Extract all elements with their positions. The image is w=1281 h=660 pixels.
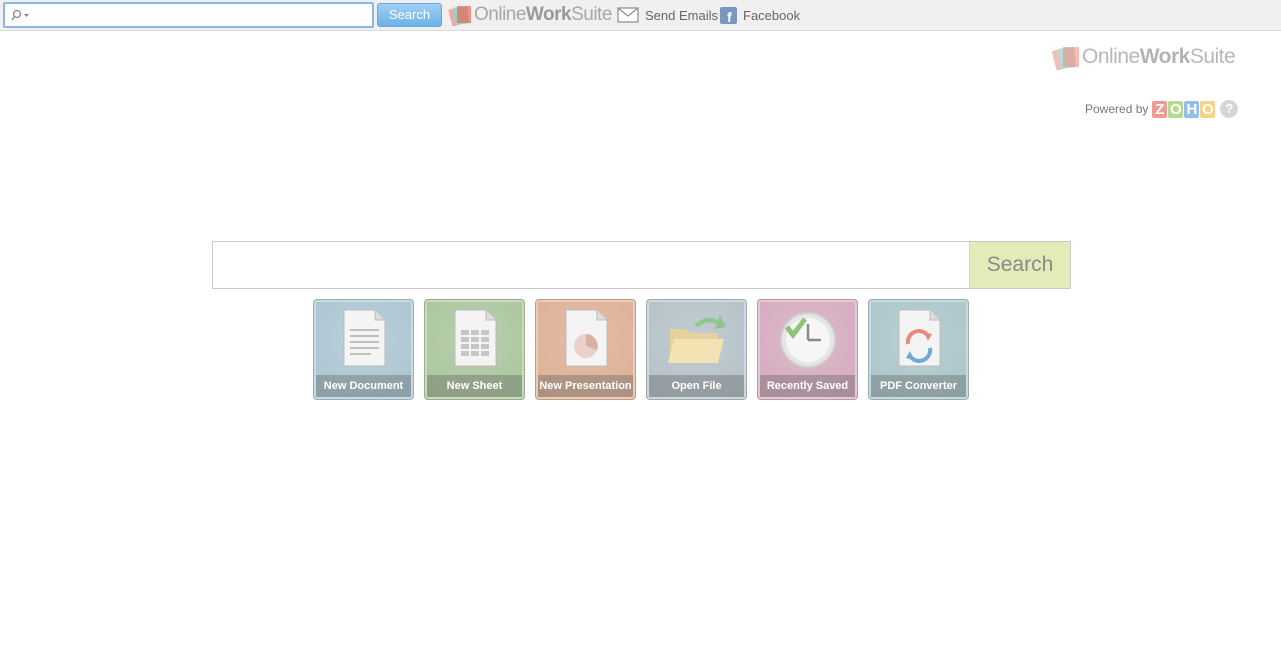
pdf-convert-icon bbox=[898, 309, 940, 367]
new-sheet-tile[interactable]: New Sheet bbox=[424, 299, 525, 400]
send-emails-label: Send Emails bbox=[645, 7, 718, 23]
zoho-letter: O bbox=[1168, 100, 1184, 118]
presentation-icon bbox=[565, 309, 607, 367]
send-emails-link[interactable]: Send Emails bbox=[617, 4, 718, 26]
zoho-letter: H bbox=[1184, 100, 1200, 118]
main-search-bar: Search bbox=[212, 241, 1071, 289]
svg-text:f: f bbox=[727, 9, 732, 24]
open-file-tile[interactable]: Open File bbox=[646, 299, 747, 400]
document-icon bbox=[343, 309, 385, 367]
recently-saved-tile[interactable]: Recently Saved bbox=[757, 299, 858, 400]
folder-icon bbox=[667, 315, 726, 363]
search-icon[interactable] bbox=[10, 9, 30, 21]
powered-by-label: Powered by bbox=[1085, 102, 1149, 116]
logo-icon bbox=[1052, 47, 1079, 70]
powered-by: Powered by Z O H O ? bbox=[1085, 100, 1239, 118]
help-icon[interactable]: ? bbox=[1220, 100, 1239, 118]
clock-icon bbox=[779, 312, 836, 368]
logo-text: OnlineWorkSuite bbox=[474, 4, 612, 25]
toolbar-search-box[interactable] bbox=[3, 2, 374, 28]
toolbar-logo[interactable]: OnlineWorkSuite bbox=[448, 4, 612, 26]
spreadsheet-icon bbox=[454, 309, 496, 367]
tile-label: PDF Converter bbox=[871, 375, 966, 397]
app-tiles: New Document New Sheet New Presentation … bbox=[313, 299, 979, 400]
toolbar-search-input[interactable] bbox=[35, 6, 365, 24]
zoho-letter: Z bbox=[1152, 100, 1168, 118]
main-search-button[interactable]: Search bbox=[969, 242, 1070, 288]
zoho-logo[interactable]: Z O H O bbox=[1152, 100, 1216, 118]
main-search-input[interactable] bbox=[213, 242, 969, 288]
new-document-tile[interactable]: New Document bbox=[313, 299, 414, 400]
pdf-converter-tile[interactable]: PDF Converter bbox=[868, 299, 969, 400]
envelope-icon bbox=[617, 7, 639, 23]
brand-logo: OnlineWorkSuite bbox=[1052, 44, 1236, 70]
tile-label: New Sheet bbox=[427, 375, 522, 397]
brand-logo-text: OnlineWorkSuite bbox=[1082, 45, 1236, 68]
logo-icon bbox=[448, 6, 471, 26]
tile-label: New Document bbox=[316, 375, 411, 397]
facebook-label: Facebook bbox=[743, 7, 801, 23]
toolbar-search-button[interactable]: Search bbox=[377, 3, 442, 27]
tile-label: Open File bbox=[649, 375, 744, 397]
facebook-link[interactable]: f Facebook bbox=[720, 4, 800, 26]
top-toolbar: Search OnlineWorkSuite Send Emails f Fac… bbox=[0, 0, 1281, 31]
new-presentation-tile[interactable]: New Presentation bbox=[535, 299, 636, 400]
tile-label: Recently Saved bbox=[760, 375, 855, 397]
zoho-letter: O bbox=[1200, 100, 1216, 118]
tile-label: New Presentation bbox=[538, 375, 633, 397]
facebook-icon: f bbox=[720, 6, 737, 24]
